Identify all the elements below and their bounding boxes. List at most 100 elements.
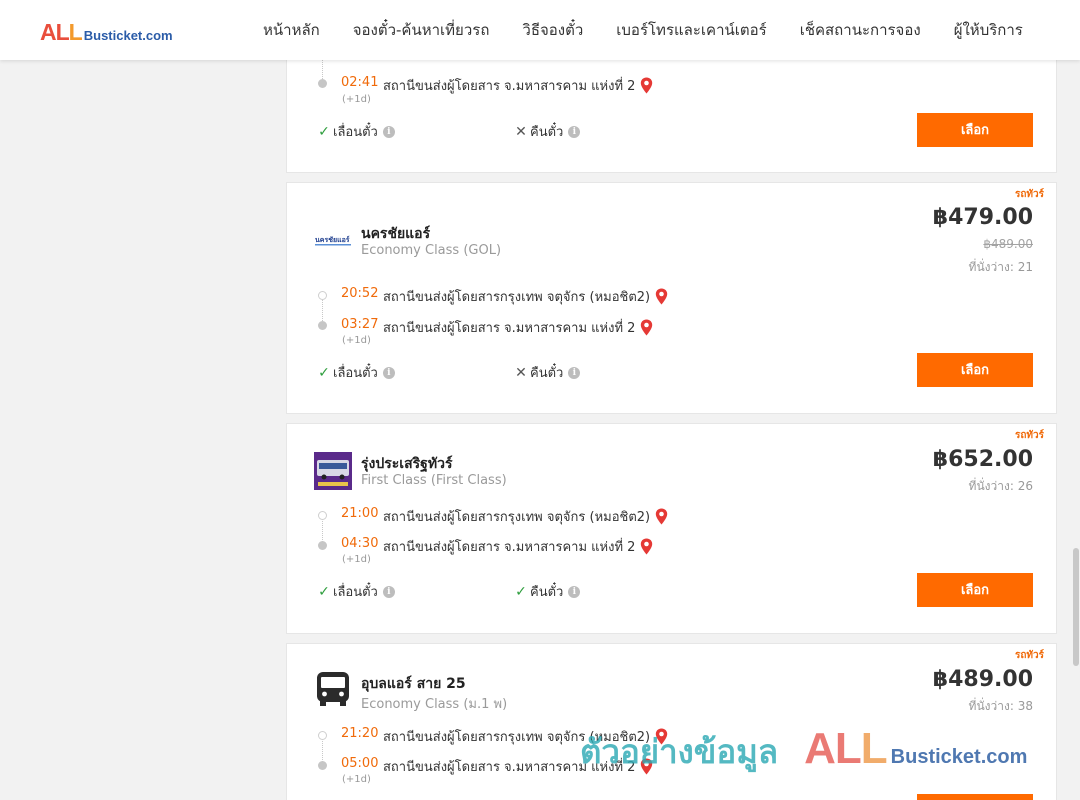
arrival-dot (318, 541, 327, 550)
plus-one-day: (+1d) (342, 554, 371, 565)
bus-type-badge: รถทัวร์ (1014, 189, 1044, 200)
nav-operators[interactable]: ผู้ให้บริการ (954, 18, 1023, 42)
select-button[interactable]: เลือก (917, 113, 1033, 147)
change-ticket-label: เลื่อนตั๋ว (333, 366, 378, 381)
arrival-dot (318, 321, 327, 330)
arrival-dot (318, 761, 327, 770)
map-pin-icon[interactable] (640, 319, 653, 336)
trip-card: รถทัวร์ นครชัยแอร์ นครชัยแอร์ Economy Cl… (286, 182, 1057, 414)
bus-class: Economy Class (GOL) (361, 243, 502, 258)
svg-text:นครชัยแอร์: นครชัยแอร์ (315, 235, 350, 244)
seats-count: 38 (1017, 699, 1033, 713)
operator-logo (314, 452, 352, 490)
departure-station-label: สถานีขนส่งผู้โดยสารกรุงเทพ จตุจักร (หมอช… (383, 730, 651, 745)
refund-ticket-feature: ✕ คืนตั๋ว i (514, 121, 581, 142)
main-nav: หน้าหลัก จองตั๋ว-ค้นหาเที่ยวรถ วิธีจองตั… (263, 0, 1056, 60)
info-icon[interactable]: i (382, 125, 395, 138)
select-button[interactable]: เลือก (917, 573, 1033, 607)
seats-label: ที่นั่งว่าง: (968, 479, 1014, 493)
site-header: ALL Busticket.com หน้าหลัก จองตั๋ว-ค้นหา… (0, 0, 1080, 60)
departure-station: สถานีขนส่งผู้โดยสารกรุงเทพ จตุจักร (หมอช… (383, 726, 668, 747)
page-scrollbar[interactable] (1072, 0, 1080, 800)
nav-how-to-book[interactable]: วิธีจองตั๋ว (522, 18, 583, 42)
check-icon: ✓ (515, 583, 527, 600)
ticket-price: ฿652.00 (932, 447, 1033, 472)
logo-all-text: ALL (40, 19, 83, 45)
trip-card: รถทัวร์ อุบลแอร์ สาย 25 Economy Class (ม… (286, 643, 1057, 800)
departure-dot (318, 511, 327, 520)
operator-name: อุบลแอร์ สาย 25 (361, 676, 466, 692)
departure-station-label: สถานีขนส่งผู้โดยสารกรุงเทพ จตุจักร (หมอช… (383, 290, 651, 305)
info-icon[interactable]: i (382, 585, 395, 598)
cross-icon: ✕ (515, 364, 527, 381)
logo-busticket-text: Busticket.com (83, 28, 173, 43)
operator-name: นครชัยแอร์ (361, 226, 431, 242)
arrival-station-label: สถานีขนส่งผู้โดยสาร จ.มหาสารคาม แห่งที่ … (383, 760, 636, 775)
arrival-station: สถานีขนส่งผู้โดยสาร จ.มหาสารคาม แห่งที่ … (383, 536, 653, 557)
departure-time: 21:20 (341, 726, 379, 741)
map-pin-icon[interactable] (640, 758, 653, 775)
nav-phone-counters[interactable]: เบอร์โทรและเคาน์เตอร์ (616, 18, 766, 42)
bus-type-badge: รถทัวร์ (1014, 430, 1044, 441)
refund-ticket-feature: ✓ คืนตั๋ว i (514, 581, 581, 602)
operator-name: รุ่งประเสริฐทัวร์ (361, 456, 453, 472)
operator-logo: นครชัยแอร์ (314, 233, 352, 247)
plus-one-day: (+1d) (342, 774, 371, 785)
trip-card: รถทัวร์ รุ่งประเสริฐทัวร์ First Class (F… (286, 423, 1057, 634)
change-ticket-feature: ✓ เลื่อนตั๋ว i (317, 581, 395, 602)
arrival-time: 03:27 (341, 317, 379, 332)
seats-count: 21 (1017, 260, 1033, 274)
arrival-station-label: สถานีขนส่งผู้โดยสาร จ.มหาสารคาม แห่งที่ … (383, 321, 636, 336)
change-ticket-feature: ✓ เลื่อนตั๋ว i (317, 121, 395, 142)
arrival-station: สถานีขนส่งผู้โดยสาร จ.มหาสารคาม แห่งที่ … (383, 75, 653, 96)
nav-book-search[interactable]: จองตั๋ว-ค้นหาเที่ยวรถ (353, 18, 490, 42)
refund-ticket-label: คืนตั๋ว (530, 585, 564, 600)
departure-time: 20:52 (341, 286, 379, 301)
bus-class: First Class (First Class) (361, 473, 507, 488)
site-logo[interactable]: ALL Busticket.com (40, 19, 173, 46)
plus-one-day: (+1d) (342, 94, 371, 105)
original-price: ฿489.00 (983, 237, 1033, 251)
info-icon[interactable]: i (568, 366, 581, 379)
departure-dot (318, 291, 327, 300)
info-icon[interactable]: i (382, 366, 395, 379)
ticket-price: ฿479.00 (932, 205, 1033, 230)
map-pin-icon[interactable] (640, 77, 653, 94)
select-button[interactable]: เลือก (917, 794, 1033, 800)
departure-time: 21:00 (341, 506, 379, 521)
change-ticket-label: เลื่อนตั๋ว (333, 125, 378, 140)
map-pin-icon[interactable] (640, 538, 653, 555)
arrival-station: สถานีขนส่งผู้โดยสาร จ.มหาสารคาม แห่งที่ … (383, 756, 653, 777)
bus-class: Economy Class (ม.1 พ) (361, 697, 508, 712)
info-icon[interactable]: i (568, 125, 581, 138)
arrival-dot (318, 79, 327, 88)
departure-station: สถานีขนส่งผู้โดยสารกรุงเทพ จตุจักร (หมอช… (383, 506, 668, 527)
arrival-time: 04:30 (341, 536, 379, 551)
arrival-time: 02:41 (341, 75, 379, 90)
change-ticket-feature: ✓ เลื่อนตั๋ว i (317, 362, 395, 383)
bus-icon (317, 672, 349, 706)
cross-icon: ✕ (515, 123, 527, 140)
map-pin-icon[interactable] (655, 728, 668, 745)
seats-count: 26 (1017, 479, 1033, 493)
map-pin-icon[interactable] (655, 288, 668, 305)
map-pin-icon[interactable] (655, 508, 668, 525)
arrival-time: 05:00 (341, 756, 379, 771)
available-seats: ที่นั่งว่าง: 38 (969, 697, 1033, 716)
departure-dot (318, 731, 327, 740)
plus-one-day: (+1d) (342, 335, 371, 346)
check-icon: ✓ (318, 123, 330, 140)
scrollbar-thumb[interactable] (1073, 548, 1079, 666)
change-ticket-label: เลื่อนตั๋ว (333, 585, 378, 600)
nav-home[interactable]: หน้าหลัก (263, 18, 320, 42)
seats-label: ที่นั่งว่าง: (968, 699, 1014, 713)
check-icon: ✓ (318, 364, 330, 381)
bus-type-badge: รถทัวร์ (1014, 650, 1044, 661)
refund-ticket-label: คืนตั๋ว (530, 366, 564, 381)
departure-station-label: สถานีขนส่งผู้โดยสารกรุงเทพ จตุจักร (หมอช… (383, 510, 651, 525)
info-icon[interactable]: i (568, 585, 581, 598)
nav-check-booking[interactable]: เช็คสถานะการจอง (800, 18, 921, 42)
select-button[interactable]: เลือก (917, 353, 1033, 387)
refund-ticket-feature: ✕ คืนตั๋ว i (514, 362, 581, 383)
departure-station: สถานีขนส่งผู้โดยสารกรุงเทพ จตุจักร (หมอช… (383, 286, 668, 307)
